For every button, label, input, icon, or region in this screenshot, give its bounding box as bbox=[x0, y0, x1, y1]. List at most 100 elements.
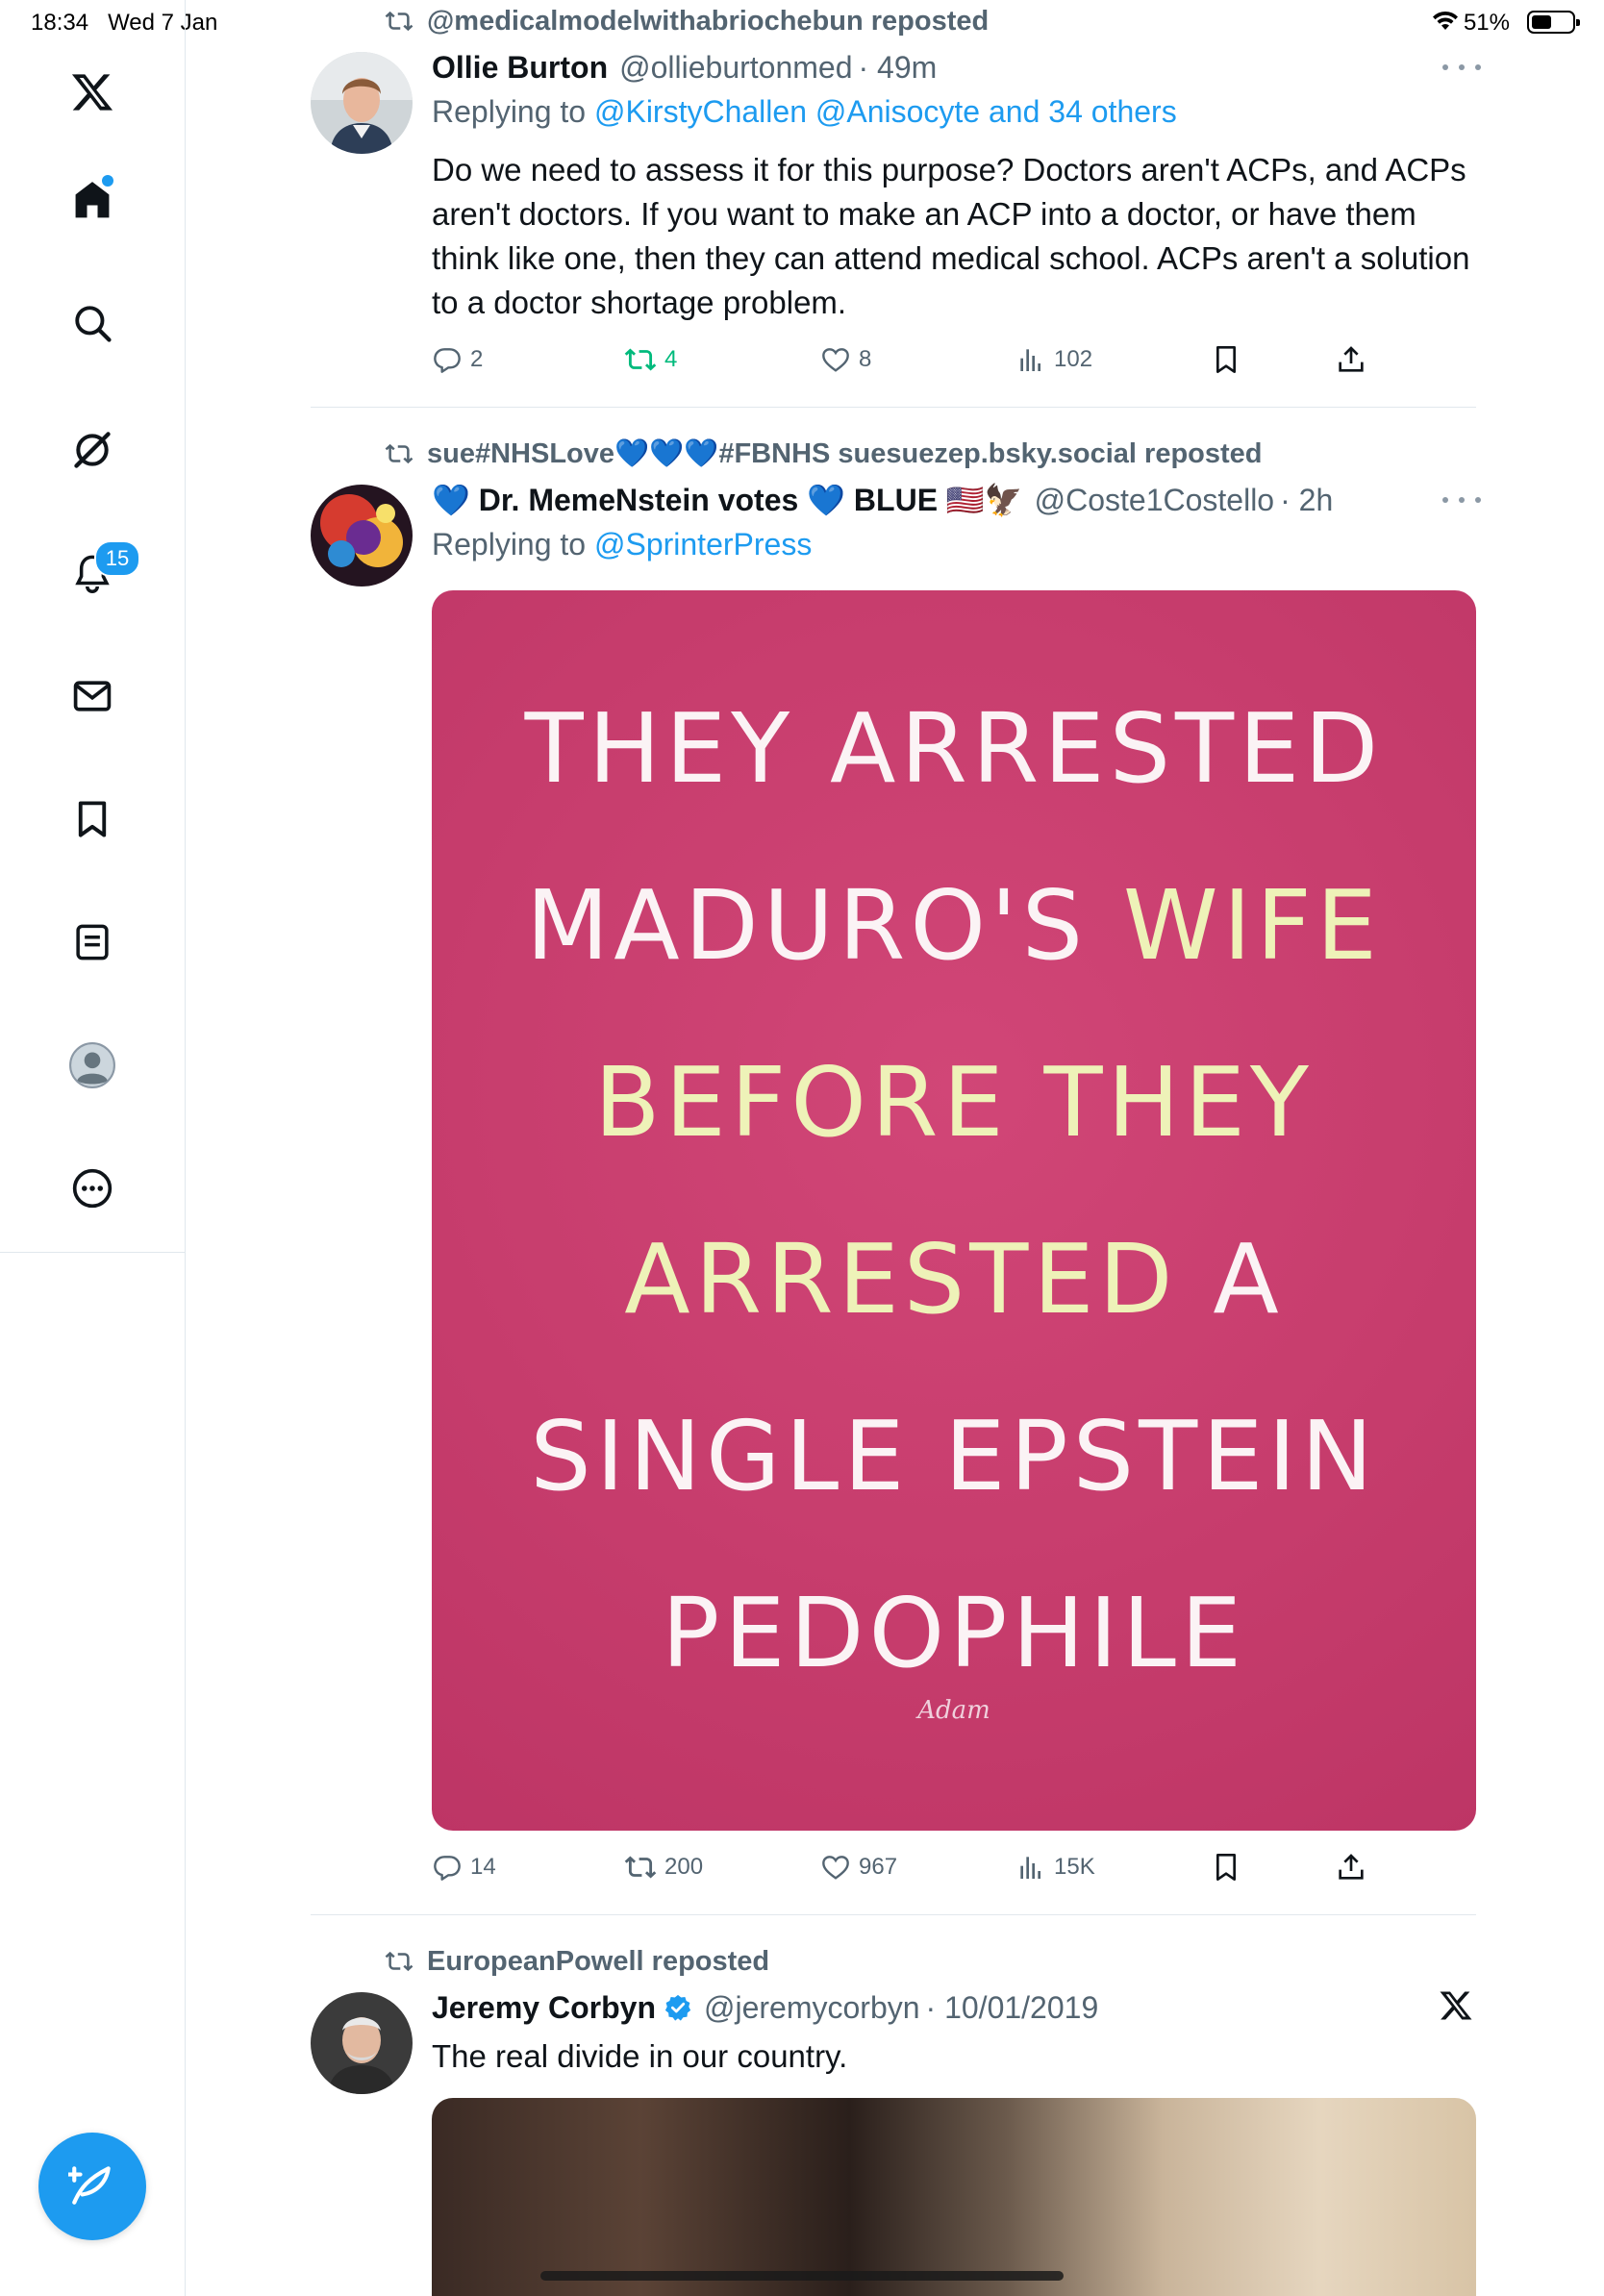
avatar[interactable] bbox=[311, 485, 413, 586]
reply-icon bbox=[434, 1856, 461, 1881]
tweet-actions: 14 200 967 15K bbox=[432, 1846, 1480, 1888]
image-text-line: PEDOPHILE bbox=[661, 1577, 1247, 1689]
notifications-badge: 15 bbox=[94, 540, 140, 577]
views-button[interactable]: 15K bbox=[1015, 1846, 1095, 1888]
reply-count: 14 bbox=[470, 1854, 496, 1880]
repost-icon bbox=[385, 11, 414, 32]
repost-icon bbox=[624, 348, 657, 371]
repost-by-label: EuropeanPowell reposted bbox=[427, 1945, 770, 1977]
image-text-highlight: WIFE bbox=[1122, 869, 1382, 982]
avatar[interactable] bbox=[311, 52, 413, 154]
repost-indicator[interactable]: EuropeanPowell reposted bbox=[385, 1942, 769, 1981]
replying-to: Replying to @SprinterPress bbox=[432, 527, 812, 562]
x-logo-icon bbox=[1439, 1988, 1473, 2028]
like-count: 967 bbox=[859, 1854, 898, 1880]
reply-button[interactable]: 14 bbox=[432, 1846, 496, 1888]
image-text-fragment: MADURO'S bbox=[526, 869, 1123, 982]
share-button[interactable] bbox=[1336, 1846, 1374, 1888]
share-button[interactable] bbox=[1336, 338, 1374, 381]
heart-icon bbox=[822, 1856, 849, 1880]
like-count: 8 bbox=[859, 346, 872, 372]
tweet-header: 💙 Dr. MemeNstein votes 💙 BLUE 🇺🇸🦅 @Coste… bbox=[432, 479, 1333, 521]
more-options-icon[interactable] bbox=[1442, 58, 1481, 77]
like-button[interactable]: 967 bbox=[820, 1846, 897, 1888]
tweet-text: The real divide in our country. bbox=[432, 2038, 848, 2074]
more-options-icon[interactable] bbox=[1442, 490, 1481, 510]
tweet-image[interactable]: THEY ARRESTED MADURO'S WIFE BEFORE THEY … bbox=[432, 590, 1476, 1831]
home-unread-dot bbox=[102, 175, 113, 187]
reply-button[interactable]: 2 bbox=[432, 338, 483, 381]
views-icon bbox=[1020, 1857, 1040, 1879]
home-icon[interactable] bbox=[54, 162, 131, 238]
image-text-line: SINGLE EPSTEIN bbox=[530, 1400, 1378, 1512]
tweet-time[interactable]: · 10/01/2019 bbox=[926, 1990, 1099, 2026]
view-count: 15K bbox=[1054, 1854, 1095, 1880]
bookmark-button[interactable] bbox=[1211, 338, 1249, 381]
tweet-text: Do we need to assess it for this purpose… bbox=[432, 152, 1470, 320]
replying-label: Replying to bbox=[432, 94, 587, 129]
x-logo-icon[interactable] bbox=[54, 54, 131, 131]
bookmarks-icon[interactable] bbox=[54, 781, 131, 858]
repost-icon bbox=[385, 1951, 414, 1972]
image-text-line: ARRESTED A bbox=[432, 1223, 1476, 1335]
search-icon[interactable] bbox=[54, 285, 131, 362]
share-icon bbox=[1339, 1854, 1364, 1880]
repost-icon bbox=[624, 1856, 657, 1879]
tweet-time[interactable]: · 2h bbox=[1280, 483, 1333, 518]
author-handle[interactable]: @Coste1Costello bbox=[1035, 483, 1274, 518]
like-button[interactable]: 8 bbox=[820, 338, 871, 381]
battery-percent: 51% bbox=[1463, 10, 1510, 36]
profile-icon[interactable] bbox=[54, 1027, 131, 1104]
tweet-header: Ollie Burton @ollieburtonmed · 49m bbox=[432, 46, 937, 88]
author-name[interactable]: 💙 Dr. MemeNstein votes 💙 BLUE 🇺🇸🦅 bbox=[432, 482, 1023, 518]
lists-icon[interactable] bbox=[54, 904, 131, 981]
repost-icon bbox=[385, 443, 414, 464]
author-name[interactable]: Ollie Burton bbox=[432, 50, 608, 86]
views-button[interactable]: 102 bbox=[1015, 338, 1092, 381]
tweet-image[interactable] bbox=[432, 2098, 1476, 2296]
replying-label: Replying to bbox=[432, 527, 587, 562]
compose-button[interactable] bbox=[38, 2133, 146, 2240]
heart-icon bbox=[822, 348, 849, 372]
sidebar-divider bbox=[185, 1252, 186, 2296]
repost-button[interactable]: 4 bbox=[624, 338, 677, 381]
avatar[interactable] bbox=[311, 1992, 413, 2094]
image-text-highlight: BEFORE THEY bbox=[593, 1046, 1315, 1159]
tweet-divider bbox=[311, 407, 1476, 408]
image-text-line: THEY ARRESTED bbox=[524, 692, 1384, 805]
battery-icon bbox=[1527, 11, 1580, 34]
messages-icon[interactable] bbox=[54, 658, 131, 735]
repost-count: 4 bbox=[664, 346, 678, 372]
author-handle[interactable]: @jeremycorbyn bbox=[704, 1990, 920, 2026]
image-text-line: BEFORE THEY bbox=[432, 1046, 1476, 1159]
image-text-highlight: ARRESTED bbox=[624, 1223, 1178, 1335]
home-indicator bbox=[540, 2271, 1064, 2281]
replying-to: Replying to @KirstyChallen @Anisocyte an… bbox=[432, 94, 1177, 130]
bookmark-icon bbox=[1216, 1854, 1236, 1881]
reply-count: 2 bbox=[470, 346, 484, 372]
verified-badge-icon bbox=[664, 1993, 692, 2022]
tweet-header: Jeremy Corbyn @jeremycorbyn · 10/01/2019 bbox=[432, 1986, 1098, 2029]
tweet-actions: 2 4 8 102 bbox=[432, 338, 1480, 381]
image-credit: Adam bbox=[917, 1696, 990, 1725]
bookmark-icon bbox=[1216, 346, 1236, 373]
repost-button[interactable]: 200 bbox=[624, 1846, 703, 1888]
more-icon[interactable] bbox=[54, 1150, 131, 1227]
tweet-divider bbox=[311, 1914, 1476, 1915]
author-name[interactable]: Jeremy Corbyn bbox=[432, 1990, 656, 2026]
author-handle[interactable]: @ollieburtonmed bbox=[619, 50, 852, 86]
repost-by-label: @medicalmodelwithabriochebun reposted bbox=[427, 5, 990, 37]
replying-to-link[interactable]: @SprinterPress bbox=[594, 527, 812, 562]
image-text-fragment: A bbox=[1177, 1223, 1284, 1335]
repost-indicator[interactable]: @medicalmodelwithabriochebun reposted bbox=[385, 2, 989, 40]
replying-to-link[interactable]: @KirstyChallen @Anisocyte and 34 others bbox=[594, 94, 1177, 129]
tweet-time[interactable]: · 49m bbox=[859, 50, 938, 86]
bookmark-button[interactable] bbox=[1211, 1846, 1249, 1888]
share-icon bbox=[1339, 346, 1364, 372]
repost-indicator[interactable]: sue#NHSLove💙💙💙#FBNHS suesuezep.bsky.soci… bbox=[385, 435, 1263, 473]
repost-count: 200 bbox=[664, 1854, 704, 1880]
wifi-icon bbox=[1431, 10, 1460, 39]
views-icon bbox=[1020, 349, 1040, 371]
view-count: 102 bbox=[1054, 346, 1093, 372]
grok-icon[interactable] bbox=[54, 412, 131, 488]
